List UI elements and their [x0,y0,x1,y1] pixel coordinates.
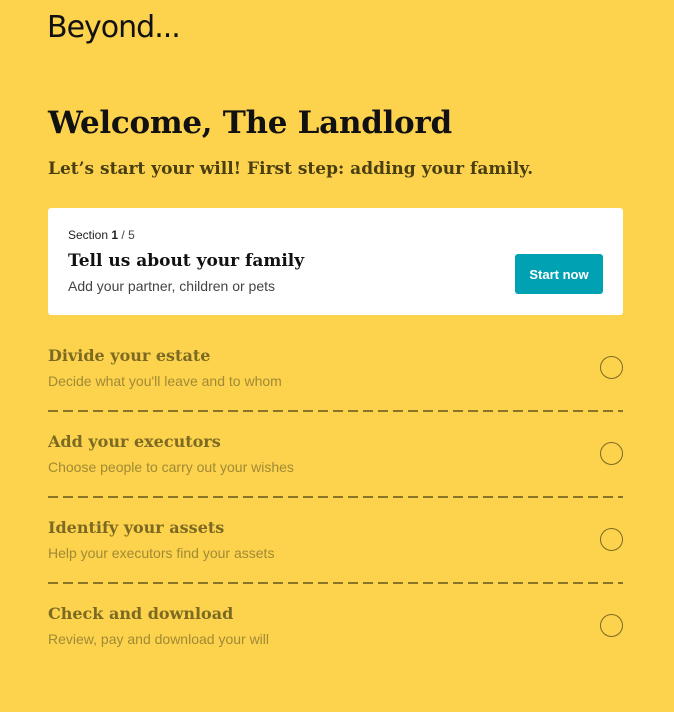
step-title: Add your executors [48,432,221,451]
step-description: Decide what you'll leave and to whom [48,373,282,389]
incomplete-circle-icon [600,356,623,379]
step-item-check-download[interactable]: Check and download Review, pay and downl… [48,598,623,684]
section-total: / 5 [121,228,135,242]
step-description: Review, pay and download your will [48,631,270,647]
step-description: Help your executors find your assets [48,545,275,561]
incomplete-circle-icon [600,442,623,465]
step-title: Check and download [48,604,234,623]
incomplete-circle-icon [600,528,623,551]
section-progress: Section 1 / 5 [68,228,135,242]
step-item-add-executors[interactable]: Add your executors Choose people to carr… [48,426,623,512]
current-section-card: Section 1 / 5 Tell us about your family … [48,208,623,315]
step-description: Choose people to carry out your wishes [48,459,294,475]
dashed-divider [48,582,623,584]
brand-logo[interactable]: Beyond... [47,10,181,45]
dashed-divider [48,410,623,412]
section-title: Tell us about your family [68,251,305,271]
page-title: Welcome, The Landlord [48,105,452,141]
page-subtitle: Let’s start your will! First step: addin… [48,159,534,179]
step-item-divide-estate[interactable]: Divide your estate Decide what you'll le… [48,340,623,426]
incomplete-circle-icon [600,614,623,637]
steps-list: Divide your estate Decide what you'll le… [48,340,623,684]
section-label: Section [68,228,109,242]
dashed-divider [48,496,623,498]
step-title: Divide your estate [48,346,211,365]
section-description: Add your partner, children or pets [68,278,276,294]
step-title: Identify your assets [48,518,225,537]
start-now-button[interactable]: Start now [515,254,603,294]
step-item-identify-assets[interactable]: Identify your assets Help your executors… [48,512,623,598]
section-number: 1 [111,228,119,242]
